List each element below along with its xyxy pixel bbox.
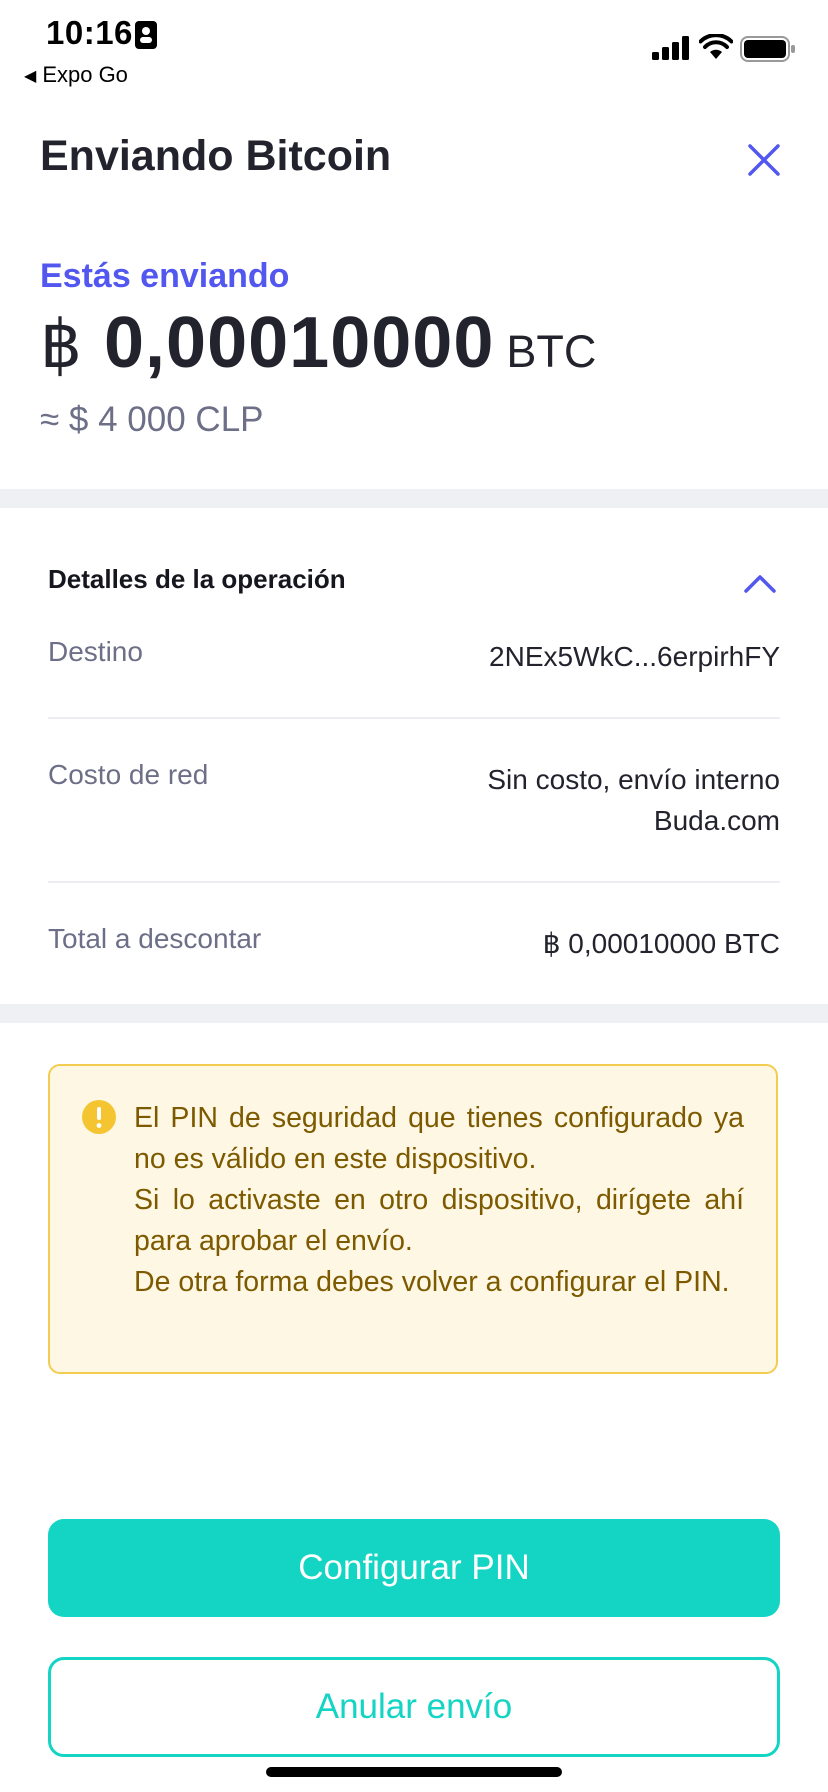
- warning-paragraph: El PIN de seguridad que tienes configura…: [134, 1102, 744, 1175]
- destination-address-text: 2NEx5WkC...6erpirhFY: [489, 641, 780, 672]
- destination-address: 2NEx5WkC...6erpirhFY: [489, 636, 780, 677]
- cancel-send-button[interactable]: Anular envío: [48, 1657, 780, 1757]
- network-fee-line-1: Sin costo, envío interno: [487, 764, 780, 795]
- divider: [48, 717, 780, 719]
- wifi-icon: [699, 34, 733, 59]
- back-arrow-icon: ◀: [24, 68, 37, 85]
- warning-paragraph: Si lo activaste en otro dispositivo, dir…: [134, 1184, 744, 1257]
- battery-icon: [740, 36, 795, 62]
- close-icon[interactable]: [744, 140, 784, 180]
- warning-paragraph: De otra forma debes volver a configurar …: [134, 1266, 730, 1298]
- section-separator: [0, 1004, 828, 1023]
- total-label: Total a descontar: [48, 923, 262, 954]
- pin-warning-text: El PIN de seguridad que tienes configura…: [134, 1098, 744, 1303]
- home-indicator: [266, 1767, 562, 1777]
- chevron-up-icon[interactable]: [742, 570, 778, 596]
- amount-display: ฿ 0,00010000 BTC: [40, 302, 596, 384]
- clp-equivalent: ≈ $ 4 000 CLP: [40, 400, 264, 439]
- details-title: Detalles de la operación: [48, 564, 346, 594]
- total-value-text: ฿ 0,00010000 BTC: [542, 928, 780, 959]
- back-to-app-link[interactable]: ◀ Expo Go: [24, 62, 128, 88]
- network-fee-line-2: Buda.com: [653, 805, 780, 836]
- network-fee-value: Sin costo, envío interno Buda.com: [487, 759, 780, 841]
- back-app-label: Expo Go: [42, 62, 128, 87]
- btc-unit: BTC: [506, 326, 597, 377]
- network-fee-label: Costo de red: [48, 759, 209, 790]
- destination-label: Destino: [48, 636, 143, 667]
- section-separator: [0, 489, 828, 508]
- total-value: ฿ 0,00010000 BTC: [543, 923, 780, 964]
- btc-amount: 0,00010000: [104, 303, 495, 383]
- divider: [48, 881, 780, 883]
- person-badge-icon: [135, 21, 157, 49]
- signal-icon: [652, 36, 689, 60]
- btc-symbol: ฿: [40, 307, 82, 381]
- sending-label: Estás enviando: [40, 257, 290, 295]
- status-time: 10:16: [46, 14, 133, 51]
- configure-pin-button[interactable]: Configurar PIN: [48, 1519, 780, 1617]
- page-title: Enviando Bitcoin: [40, 132, 392, 180]
- exclamation-icon: [82, 1100, 116, 1134]
